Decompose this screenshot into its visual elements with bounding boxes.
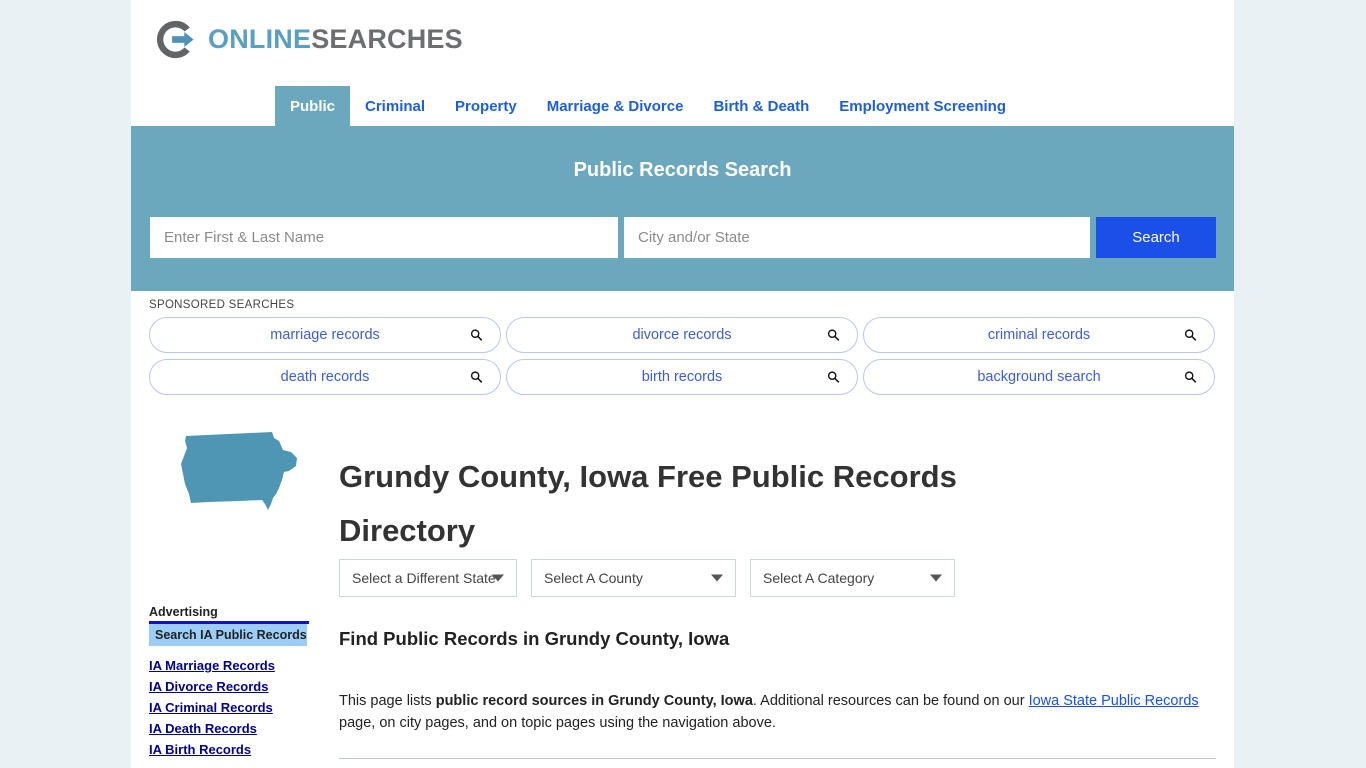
nav-tab-employment-screening[interactable]: Employment Screening	[824, 86, 1021, 126]
search-ia-public-records-box[interactable]: Search IA Public Records	[149, 624, 307, 646]
sidebar-link[interactable]: IA Divorce Records	[149, 678, 311, 695]
sponsored-pill-label: background search	[977, 369, 1101, 385]
page-root: ONLINESEARCHES Public Criminal Property Mar…	[0, 0, 1366, 768]
chevron-down-icon	[711, 574, 723, 582]
select-select-a-different-state[interactable]: Select a Different State	[339, 559, 517, 597]
search-icon	[1184, 329, 1197, 341]
content-container: ONLINESEARCHES Public Criminal Property Mar…	[131, 0, 1234, 768]
sponsored-pill-label: birth records	[641, 369, 723, 385]
sponsored-pill-label: marriage records	[270, 327, 380, 343]
sidebar-link[interactable]: IA Death Records	[149, 720, 311, 737]
sponsored-pill[interactable]: birth records	[506, 359, 858, 395]
sponsored-pill-label: divorce records	[632, 327, 732, 343]
nav-tab-public[interactable]: Public	[275, 86, 351, 126]
search-button[interactable]: Search	[1096, 217, 1216, 258]
sidebar-link-list: IA Marriage Records IA Divorce Records IA …	[149, 657, 311, 758]
sidebar-link[interactable]: IA Criminal Records	[149, 699, 311, 716]
select-label: Select a Different State	[352, 570, 496, 586]
logo-word-online: ONLINE	[208, 24, 312, 54]
search-icon	[1184, 371, 1197, 383]
paragraph-text-1: This page lists	[339, 693, 436, 709]
hero-title: Public Records Search	[573, 159, 792, 181]
iowa-state-public-records-link[interactable]: Iowa State Public Records	[1029, 693, 1199, 709]
select-label: Select A County	[544, 570, 643, 586]
search-icon	[827, 371, 840, 383]
sponsored-pill[interactable]: criminal records	[863, 317, 1215, 353]
logo-word-searches: SEARCHES	[311, 24, 463, 54]
main-navigation: Public Criminal Property Marriage & Divorce…	[131, 86, 1234, 126]
select-select-a-county[interactable]: Select A County	[531, 559, 736, 597]
search-icon	[827, 329, 840, 341]
advertising-label: Advertising	[149, 605, 218, 619]
name-search-input[interactable]	[150, 217, 618, 258]
main-content: Find Public Records in Grundy County, Io…	[339, 625, 1216, 768]
content-paragraph: This page lists public record sources in…	[339, 690, 1216, 734]
logo-wordmark: ONLINESEARCHES	[208, 26, 463, 53]
select-select-a-category[interactable]: Select A Category	[750, 559, 955, 597]
sponsored-pill[interactable]: divorce records	[506, 317, 858, 353]
site-logo[interactable]: ONLINESEARCHES	[152, 16, 463, 63]
sponsored-pill[interactable]: death records	[149, 359, 501, 395]
nav-tab-criminal[interactable]: Criminal	[350, 86, 440, 126]
circle-arrow-icon	[156, 20, 194, 59]
nav-tab-birth-death[interactable]: Birth & Death	[698, 86, 824, 126]
nav-tab-list: Public Criminal Property Marriage & Divorce…	[275, 86, 1021, 126]
location-search-input[interactable]	[624, 217, 1090, 258]
content-divider	[339, 758, 1216, 759]
page-title: Grundy County, Iowa Free Public Records …	[339, 458, 957, 548]
chevron-down-icon	[930, 574, 942, 582]
nav-tab-property[interactable]: Property	[440, 86, 532, 126]
paragraph-bold: public record sources in Grundy County, …	[435, 693, 753, 709]
select-label: Select A Category	[763, 570, 875, 586]
sponsored-searches-label: SPONSORED SEARCHES	[149, 299, 295, 311]
filter-selects: Select a Different State Select A County S…	[339, 559, 955, 597]
sponsored-pill[interactable]: background search	[863, 359, 1215, 395]
sidebar-link[interactable]: IA Birth Records	[149, 741, 311, 758]
sponsored-pill-label: death records	[280, 369, 370, 385]
chevron-down-icon	[492, 574, 504, 582]
sidebar-link[interactable]: IA Marriage Records	[149, 657, 311, 674]
nav-tab-marriage-divorce[interactable]: Marriage & Divorce	[532, 86, 699, 126]
sponsored-searches-list: marriage records divorce records criminal …	[149, 317, 1216, 395]
search-icon	[470, 329, 483, 341]
search-icon	[470, 371, 483, 383]
public-records-search-hero: Public Records Search Search	[131, 126, 1234, 291]
sponsored-pill-label: criminal records	[987, 327, 1091, 343]
sponsored-pill[interactable]: marriage records	[149, 317, 501, 353]
content-heading: Find Public Records in Grundy County, Io…	[339, 628, 730, 649]
search-form: Search	[150, 217, 1216, 258]
paragraph-text-2: . Additional resources can be found on o…	[752, 693, 1029, 709]
iowa-state-outline-icon	[181, 432, 297, 510]
advertising-sidebar: Advertising Search IA Public Records IA …	[149, 605, 311, 758]
paragraph-text-3: page, on city pages, and on topic pages …	[339, 715, 776, 731]
